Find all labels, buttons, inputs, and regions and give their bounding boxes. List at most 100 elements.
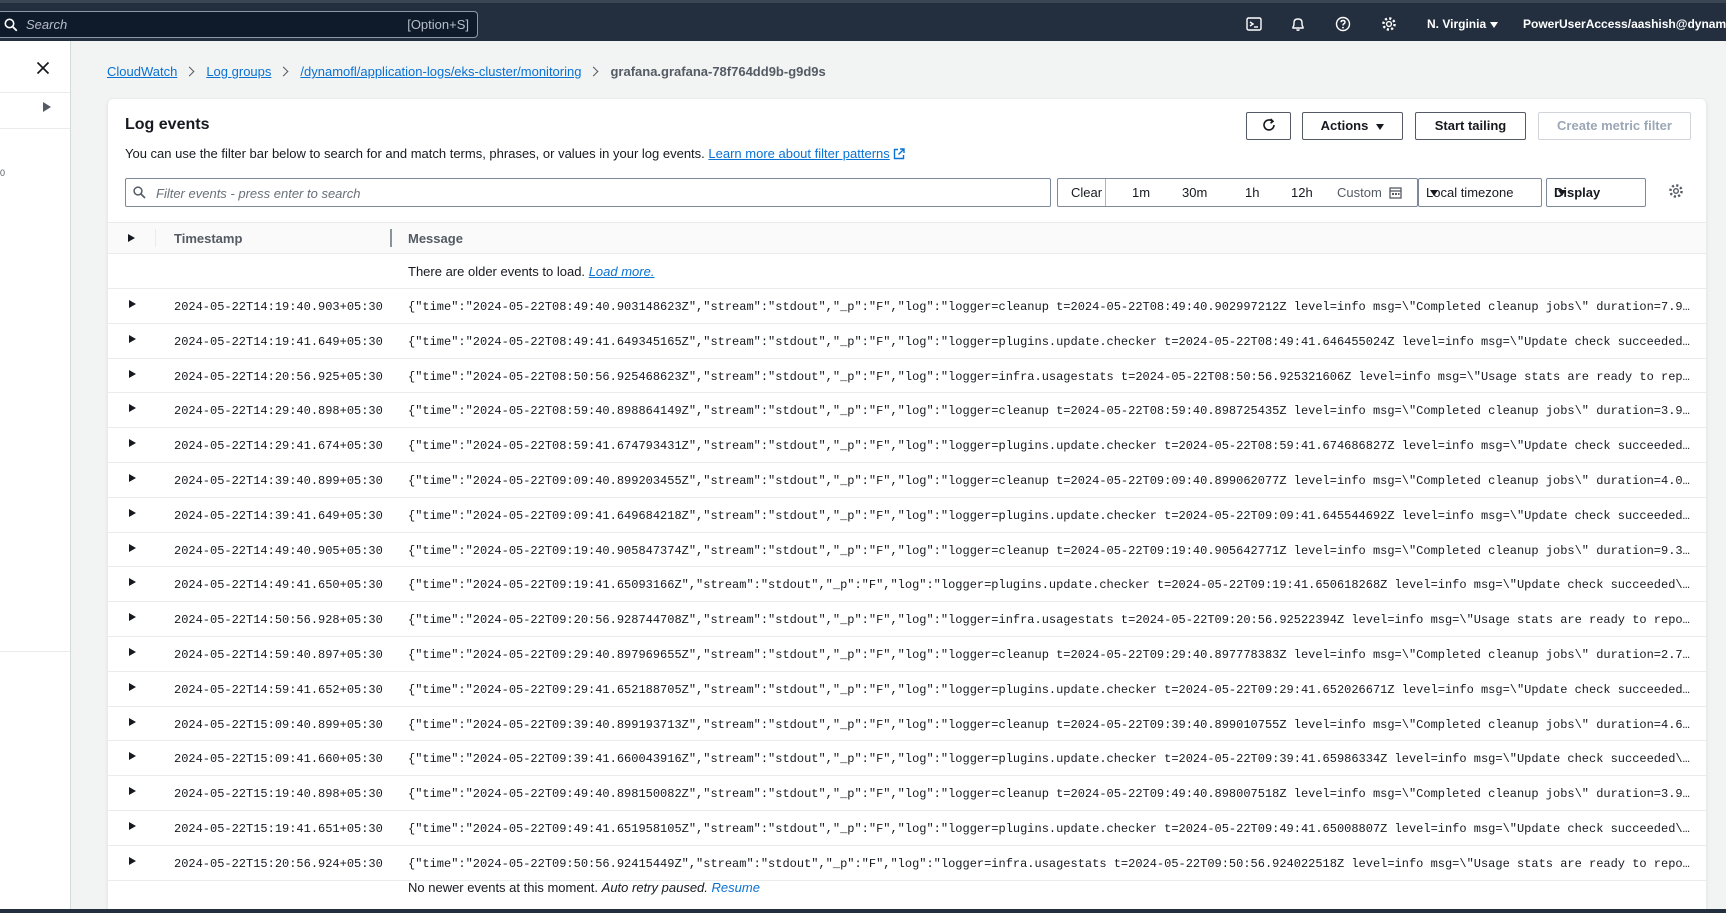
- range-30m[interactable]: 30m: [1182, 185, 1207, 200]
- range-1m[interactable]: 1m: [1132, 185, 1150, 200]
- bottom-bar: [0, 909, 1726, 913]
- table-preferences-gear-icon[interactable]: [1668, 183, 1684, 199]
- search-shortcut-hint: [Option+S]: [407, 17, 469, 32]
- resume-link[interactable]: Resume: [712, 880, 760, 895]
- older-events-notice: There are older events to load. Load mor…: [408, 264, 654, 279]
- expand-row-caret-icon[interactable]: [129, 300, 136, 308]
- row-message: {"time":"2024-05-22T09:39:40.899193713Z"…: [408, 717, 1693, 732]
- table-row[interactable]: 2024-05-22T14:29:41.674+05:30 {"time":"20…: [108, 428, 1706, 463]
- table-row[interactable]: 2024-05-22T15:20:56.924+05:30 {"time":"20…: [108, 846, 1706, 881]
- expand-row-caret-icon[interactable]: [129, 647, 136, 656]
- timezone-select[interactable]: Local timezone: [1418, 178, 1542, 207]
- table-row[interactable]: 2024-05-22T14:59:41.652+05:30 {"time":"20…: [108, 672, 1706, 707]
- panel-divider: [0, 128, 70, 129]
- expand-row-caret-icon[interactable]: [129, 613, 136, 622]
- column-header-message[interactable]: Message: [408, 231, 463, 246]
- calendar-icon[interactable]: [1389, 186, 1402, 199]
- range-custom[interactable]: Custom: [1337, 185, 1382, 200]
- left-side-panel: 0: [0, 41, 71, 913]
- expand-row-caret-icon[interactable]: [129, 821, 136, 830]
- global-search-box[interactable]: Search [Option+S]: [0, 11, 478, 38]
- table-row[interactable]: 2024-05-22T14:49:41.650+05:30 {"time":"20…: [108, 567, 1706, 603]
- notifications-bell-icon[interactable]: [1290, 16, 1306, 32]
- row-timestamp: 2024-05-22T14:49:41.650+05:30: [174, 578, 383, 593]
- expand-row-caret-icon[interactable]: [129, 856, 136, 865]
- expand-all-caret-icon[interactable]: [128, 234, 135, 242]
- row-timestamp: 2024-05-22T14:39:41.649+05:30: [174, 508, 383, 523]
- expand-row-caret-icon[interactable]: [129, 439, 136, 448]
- row-timestamp: 2024-05-22T14:20:56.925+05:30: [174, 369, 383, 384]
- auto-retry-status: Auto retry paused.: [601, 880, 708, 895]
- expand-row-caret-icon[interactable]: [129, 369, 136, 378]
- breadcrumb-cloudwatch[interactable]: CloudWatch: [107, 64, 177, 79]
- range-1h[interactable]: 1h: [1245, 185, 1259, 200]
- table-row[interactable]: 2024-05-22T14:19:41.649+05:30 {"time":"20…: [108, 324, 1706, 359]
- column-resize-handle[interactable]: [390, 229, 392, 247]
- expand-row-caret-icon[interactable]: [129, 334, 136, 343]
- row-message: {"time":"2024-05-22T09:20:56.928744708Z"…: [408, 613, 1693, 628]
- expand-row-caret-icon[interactable]: [129, 578, 136, 587]
- expand-caret-icon[interactable]: [43, 102, 51, 112]
- clear-time-range[interactable]: Clear: [1071, 185, 1102, 200]
- close-icon[interactable]: [36, 61, 50, 75]
- table-row[interactable]: 2024-05-22T14:39:40.899+05:30 {"time":"20…: [108, 463, 1706, 498]
- actions-dropdown-button[interactable]: Actions: [1302, 112, 1403, 140]
- cloudshell-icon[interactable]: [1246, 16, 1262, 32]
- row-timestamp: 2024-05-22T15:19:41.651+05:30: [174, 821, 383, 836]
- expand-row-caret-icon[interactable]: [129, 682, 136, 691]
- breadcrumb-log-group[interactable]: /dynamofl/application-logs/eks-cluster/m…: [300, 64, 581, 79]
- table-row[interactable]: 2024-05-22T14:50:56.928+05:30 {"time":"20…: [108, 602, 1706, 637]
- expand-row-caret-icon[interactable]: [129, 752, 136, 761]
- row-message: {"time":"2024-05-22T09:39:41.660043916Z"…: [408, 752, 1693, 767]
- help-icon[interactable]: [1335, 16, 1351, 32]
- timezone-value: Local timezone: [1426, 185, 1514, 200]
- row-message: {"time":"2024-05-22T09:29:40.897969655Z"…: [408, 647, 1693, 662]
- row-message: {"time":"2024-05-22T09:50:56.92415449Z",…: [408, 856, 1693, 871]
- learn-more-link[interactable]: Learn more about filter patterns: [708, 146, 889, 161]
- create-metric-filter-button[interactable]: Create metric filter: [1538, 112, 1691, 140]
- row-timestamp: 2024-05-22T14:19:40.903+05:30: [174, 300, 383, 314]
- table-row[interactable]: 2024-05-22T14:59:40.897+05:30 {"time":"20…: [108, 637, 1706, 672]
- filter-events-input[interactable]: [154, 182, 1038, 204]
- table-row[interactable]: 2024-05-22T14:19:40.903+05:30 {"time":"20…: [108, 289, 1706, 324]
- table-row[interactable]: 2024-05-22T15:09:41.660+05:30 {"time":"20…: [108, 741, 1706, 777]
- range-12h[interactable]: 12h: [1291, 185, 1313, 200]
- expand-row-caret-icon[interactable]: [129, 787, 136, 796]
- row-message: {"time":"2024-05-22T09:09:40.899203455Z"…: [408, 473, 1693, 488]
- load-more-link[interactable]: Load more.: [589, 264, 655, 279]
- refresh-button[interactable]: [1246, 112, 1291, 140]
- older-events-text: There are older events to load.: [408, 264, 586, 279]
- panel-description: You can use the filter bar below to sear…: [125, 146, 905, 161]
- expand-row-caret-icon[interactable]: [129, 473, 136, 482]
- table-row[interactable]: 2024-05-22T14:49:40.905+05:30 {"time":"20…: [108, 533, 1706, 568]
- external-link-icon[interactable]: [893, 148, 905, 160]
- table-row[interactable]: 2024-05-22T15:19:41.651+05:30 {"time":"20…: [108, 811, 1706, 846]
- row-message: {"time":"2024-05-22T08:49:41.649345165Z"…: [408, 334, 1693, 349]
- actions-label: Actions: [1320, 118, 1369, 133]
- search-placeholder: Search: [26, 17, 68, 32]
- chevron-right-icon: [184, 66, 195, 77]
- table-row[interactable]: 2024-05-22T15:09:40.899+05:30 {"time":"20…: [108, 707, 1706, 742]
- expand-row-caret-icon[interactable]: [129, 404, 136, 413]
- row-timestamp: 2024-05-22T14:19:41.649+05:30: [174, 334, 383, 349]
- row-timestamp: 2024-05-22T15:09:40.899+05:30: [174, 717, 383, 732]
- region-selector[interactable]: N. Virginia: [1427, 17, 1499, 31]
- table-row[interactable]: 2024-05-22T14:29:40.898+05:30 {"time":"20…: [108, 393, 1706, 429]
- table-row[interactable]: 2024-05-22T14:20:56.925+05:30 {"time":"20…: [108, 359, 1706, 394]
- row-timestamp: 2024-05-22T14:29:40.898+05:30: [174, 404, 383, 419]
- row-timestamp: 2024-05-22T14:59:40.897+05:30: [174, 647, 383, 662]
- log-events-panel: Log events You can use the filter bar be…: [107, 98, 1707, 913]
- account-menu[interactable]: PowerUserAccess/aashish@dynamofl.com: [1523, 17, 1726, 31]
- start-tailing-button[interactable]: Start tailing: [1415, 112, 1526, 140]
- display-select[interactable]: Display: [1546, 178, 1646, 207]
- expand-row-caret-icon[interactable]: [129, 717, 136, 726]
- table-row[interactable]: 2024-05-22T15:19:40.898+05:30 {"time":"20…: [108, 776, 1706, 811]
- expand-row-caret-icon[interactable]: [129, 508, 136, 517]
- filter-events-field[interactable]: [125, 178, 1051, 207]
- breadcrumb-log-groups[interactable]: Log groups: [206, 64, 271, 79]
- expand-row-caret-icon[interactable]: [129, 543, 136, 552]
- column-header-timestamp[interactable]: Timestamp: [174, 231, 242, 246]
- settings-gear-icon[interactable]: [1381, 16, 1397, 32]
- log-table-header: Timestamp Message: [108, 222, 1706, 254]
- table-row[interactable]: 2024-05-22T14:39:41.649+05:30 {"time":"20…: [108, 498, 1706, 533]
